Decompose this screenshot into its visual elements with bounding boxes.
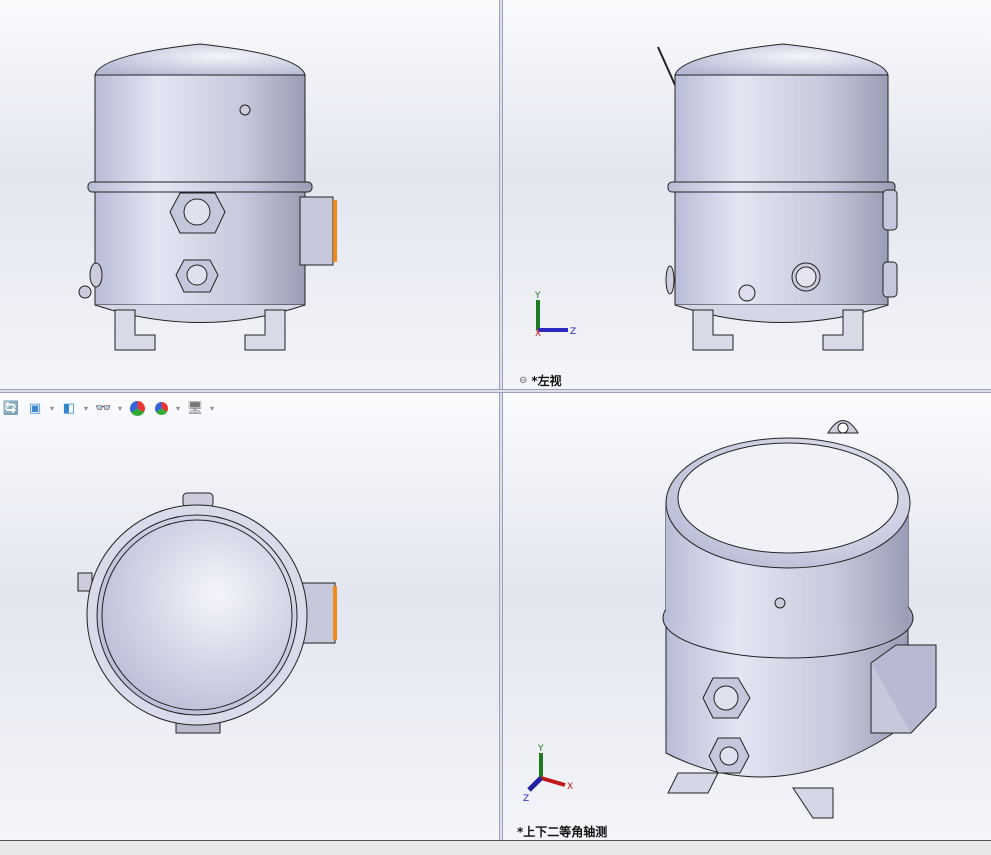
vertical-viewport-divider[interactable]: [499, 0, 503, 840]
viewport-front[interactable]: [0, 0, 499, 389]
axis-z-label: Z: [523, 794, 529, 804]
horizontal-viewport-divider[interactable]: [0, 389, 991, 393]
axis-x-label: X: [567, 782, 573, 792]
viewport-top[interactable]: 🔄 ▣ ▾ ◧ ▾ 👓 ▾ ▾ 🖥 ▾: [0, 393, 499, 840]
triad: Y Z X: [534, 291, 576, 339]
compressor-front-view: [78, 43, 337, 351]
compressor-top-view: [77, 492, 337, 734]
triad-isometric: Y X Z: [523, 744, 573, 804]
axis-x-label: X: [535, 329, 541, 339]
view-label-isometric: *上下二等角轴测: [517, 825, 608, 839]
view-label-left: ⊖ *左视: [519, 374, 562, 388]
viewport-isometric[interactable]: Y X Z *上下二等角轴测: [503, 393, 991, 840]
link-icon: ⊖: [519, 375, 528, 386]
axis-y-label: Y: [537, 744, 544, 754]
viewport-left[interactable]: Y Z X ⊖ *左视: [503, 0, 991, 389]
axis-z-label: Z: [570, 327, 576, 337]
status-bar: [0, 840, 991, 855]
axis-y-label: Y: [534, 291, 541, 301]
